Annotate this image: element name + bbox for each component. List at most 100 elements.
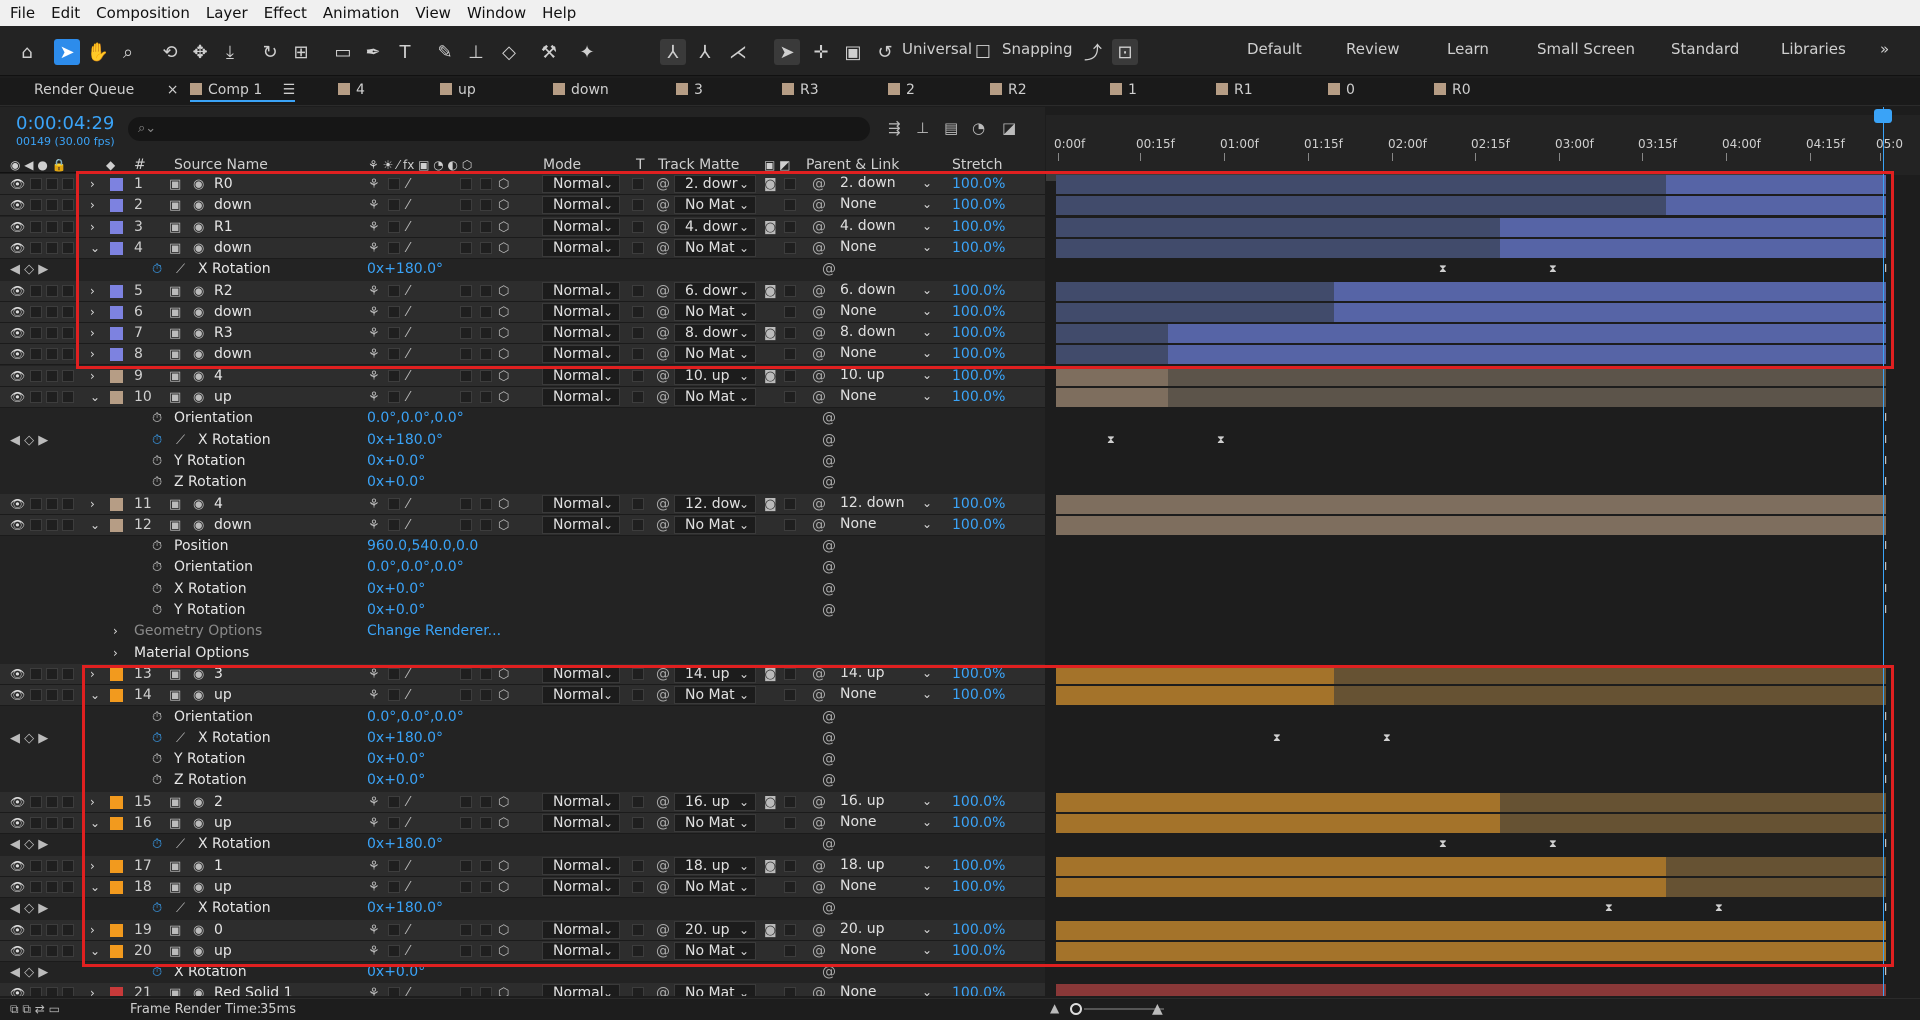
adjustment-switch[interactable] (480, 285, 492, 297)
property-row[interactable]: ◀ ◇ ▶ ⏱ ⟋ X Rotation 0x+180.0° @ (0, 430, 1045, 451)
preserve-transparency-switch[interactable] (632, 924, 644, 936)
quality-switch[interactable]: ⁄ (407, 943, 409, 960)
layer-duration-bar-segment[interactable] (1666, 175, 1886, 194)
invert-matte-switch[interactable] (784, 519, 796, 531)
3d-layer-switch[interactable]: ⬡ (498, 879, 509, 896)
property-value[interactable]: 0.0°,0.0°,0.0° (367, 410, 464, 427)
audio-switch[interactable] (30, 519, 42, 531)
parent-dropdown[interactable]: None ⌄ (830, 345, 938, 363)
track-matte-dropdown[interactable]: No Mat ⌄ (674, 686, 756, 704)
property-value[interactable]: 0x+0.0° (367, 751, 425, 768)
property-value[interactable]: 960.0,540.0,0.0 (367, 538, 478, 555)
solo-switch[interactable] (46, 199, 58, 211)
layer-row[interactable]: 👁 › 11 ▣ ◉ 4 ⚘ ⁄ ⬡ Normal ⌄ @12. dow ⌄ ◙ @12. down ⌄ 100… (0, 494, 1045, 515)
track-matte-dropdown[interactable]: No Mat ⌄ (674, 516, 756, 534)
motion-blur-switch[interactable] (460, 498, 472, 510)
quality-switch[interactable]: ⁄ (407, 240, 409, 257)
layer-row[interactable]: 👁 › 17 ▣ ◉ 1 ⚘ ⁄ ⬡ Normal ⌄ @18. up ⌄ ◙ @18. up ⌄ 100.0% (0, 856, 1045, 877)
stretch-value[interactable]: 100.0% (952, 985, 1005, 996)
lock-switch[interactable] (62, 348, 74, 360)
collapse-switch[interactable] (388, 178, 400, 190)
property-group-name[interactable]: Geometry Options (134, 623, 262, 640)
collapse-switch[interactable] (388, 519, 400, 531)
collapse-chevron-icon[interactable]: ⌄ (90, 687, 100, 704)
matte-source-icon[interactable]: ◙ (764, 922, 777, 939)
layer-duration-bar-segment[interactable] (1056, 495, 1886, 514)
adjustment-switch[interactable] (480, 306, 492, 318)
solo-switch[interactable] (46, 817, 58, 829)
track-matte-dropdown[interactable]: No Mat ⌄ (674, 303, 756, 321)
preserve-transparency-switch[interactable] (632, 860, 644, 872)
layer-row[interactable]: 👁 › 5 ▣ ◉ R2 ⚘ ⁄ ⬡ Normal ⌄ @6. dowr ⌄ ◙ @6. down ⌄ 100.… (0, 281, 1045, 302)
eraser-tool-icon[interactable]: ◇ (496, 39, 522, 65)
parent-pickwhip-icon[interactable]: @ (812, 389, 826, 406)
matte-pickwhip-icon[interactable]: @ (656, 517, 670, 534)
tab-4[interactable]: 4 (338, 82, 365, 98)
workspace-learn[interactable]: Learn (1447, 40, 1489, 58)
motion-blur-switch[interactable] (460, 391, 472, 403)
layer-duration-bar-segment[interactable] (1168, 367, 1886, 386)
motion-blur-switch[interactable] (460, 285, 472, 297)
blend-mode-dropdown[interactable]: Normal ⌄ (542, 984, 620, 996)
blend-mode-dropdown[interactable]: Normal ⌄ (542, 303, 620, 321)
quality-switch[interactable]: ⁄ (407, 815, 409, 832)
stretch-value[interactable]: 100.0% (952, 346, 1005, 363)
stretch-value[interactable]: 100.0% (952, 687, 1005, 704)
layer-name[interactable]: up (214, 943, 232, 960)
layer-duration-bar[interactable] (1056, 218, 1500, 237)
track-matte-dropdown[interactable]: 12. dow ⌄ (674, 495, 756, 513)
home-icon[interactable]: ⌂ (14, 39, 40, 65)
tab-3[interactable]: 3 (676, 82, 703, 98)
motion-blur-switch[interactable] (460, 178, 472, 190)
stretch-value[interactable]: 100.0% (952, 815, 1005, 832)
adjustment-switch[interactable] (480, 987, 492, 996)
audio-switch[interactable] (30, 242, 42, 254)
blend-mode-dropdown[interactable]: Normal ⌄ (542, 942, 620, 960)
layer-duration-bar[interactable] (1056, 686, 1334, 705)
lock-switch[interactable] (62, 391, 74, 403)
layer-row[interactable]: 👁 › 2 ▣ ◉ down ⚘ ⁄ ⬡ Normal ⌄ @ No Mat ⌄ @ None ⌄ 100.0% (0, 195, 1045, 216)
menu-view[interactable]: View (407, 0, 459, 26)
audio-switch[interactable] (30, 860, 42, 872)
blend-mode-dropdown[interactable]: Normal ⌄ (542, 196, 620, 214)
rotate-tool-icon[interactable]: ↻ (257, 39, 283, 65)
blend-mode-dropdown[interactable]: Normal ⌄ (542, 495, 620, 513)
label-color-swatch[interactable] (110, 348, 123, 361)
tab-r1[interactable]: R1 (1216, 82, 1253, 98)
invert-matte-switch[interactable] (784, 391, 796, 403)
preserve-transparency-switch[interactable] (632, 178, 644, 190)
collapse-switch[interactable] (388, 391, 400, 403)
collapse-switch[interactable] (388, 221, 400, 233)
matte-source-icon[interactable]: ◙ (764, 368, 777, 385)
invert-matte-switch[interactable] (784, 945, 796, 957)
menu-file[interactable]: File (2, 0, 43, 26)
parent-pickwhip-icon[interactable]: @ (812, 922, 826, 939)
invert-matte-switch[interactable] (784, 348, 796, 360)
layer-row[interactable]: 👁 › 1 ▣ ◉ R0 ⚘ ⁄ ⬡ Normal ⌄ @2. dowr ⌄ ◙ @2. down ⌄ 100.… (0, 174, 1045, 195)
expression-pickwhip-icon[interactable]: @ (822, 836, 836, 853)
parent-pickwhip-icon[interactable]: @ (812, 346, 826, 363)
track-matte-dropdown[interactable]: 16. up ⌄ (674, 793, 756, 811)
blend-mode-dropdown[interactable]: Normal ⌄ (542, 878, 620, 896)
keyframe-icon[interactable]: ⧗ (1715, 901, 1723, 915)
layer-name[interactable]: 3 (214, 666, 223, 683)
scale-3d-icon[interactable]: ▣ (840, 39, 866, 65)
property-value[interactable]: 0x+0.0° (367, 474, 425, 491)
collapse-switch[interactable] (388, 242, 400, 254)
layer-row[interactable]: 👁 ⌄ 18 ▣ ◉ up ⚘ ⁄ ⬡ Normal ⌄ @ No Mat ⌄ @ None ⌄ 100.0% (0, 877, 1045, 898)
menu-composition[interactable]: Composition (88, 0, 198, 26)
keyframe-icon[interactable]: ⧗ (1273, 731, 1281, 745)
expand-chevron-icon[interactable]: › (113, 645, 118, 662)
collapse-switch[interactable] (388, 327, 400, 339)
expression-pickwhip-icon[interactable]: @ (822, 538, 836, 555)
parent-dropdown[interactable]: None ⌄ (830, 196, 938, 214)
matte-pickwhip-icon[interactable]: @ (656, 985, 670, 996)
visibility-eye-icon[interactable]: 👁 (10, 794, 25, 811)
quality-switch[interactable]: ⁄ (407, 922, 409, 939)
collapse-switch[interactable] (388, 285, 400, 297)
stopwatch-icon[interactable]: ⏱ (152, 964, 162, 981)
preserve-transparency-switch[interactable] (632, 668, 644, 680)
collapse-switch[interactable] (388, 817, 400, 829)
property-row[interactable]: ◀ ◇ ▶ ⏱ X Rotation 0x+0.0° @ (0, 962, 1045, 983)
property-row[interactable]: ◀ ◇ ▶ ⏱ ⟋ X Rotation 0x+180.0° @ (0, 834, 1045, 855)
